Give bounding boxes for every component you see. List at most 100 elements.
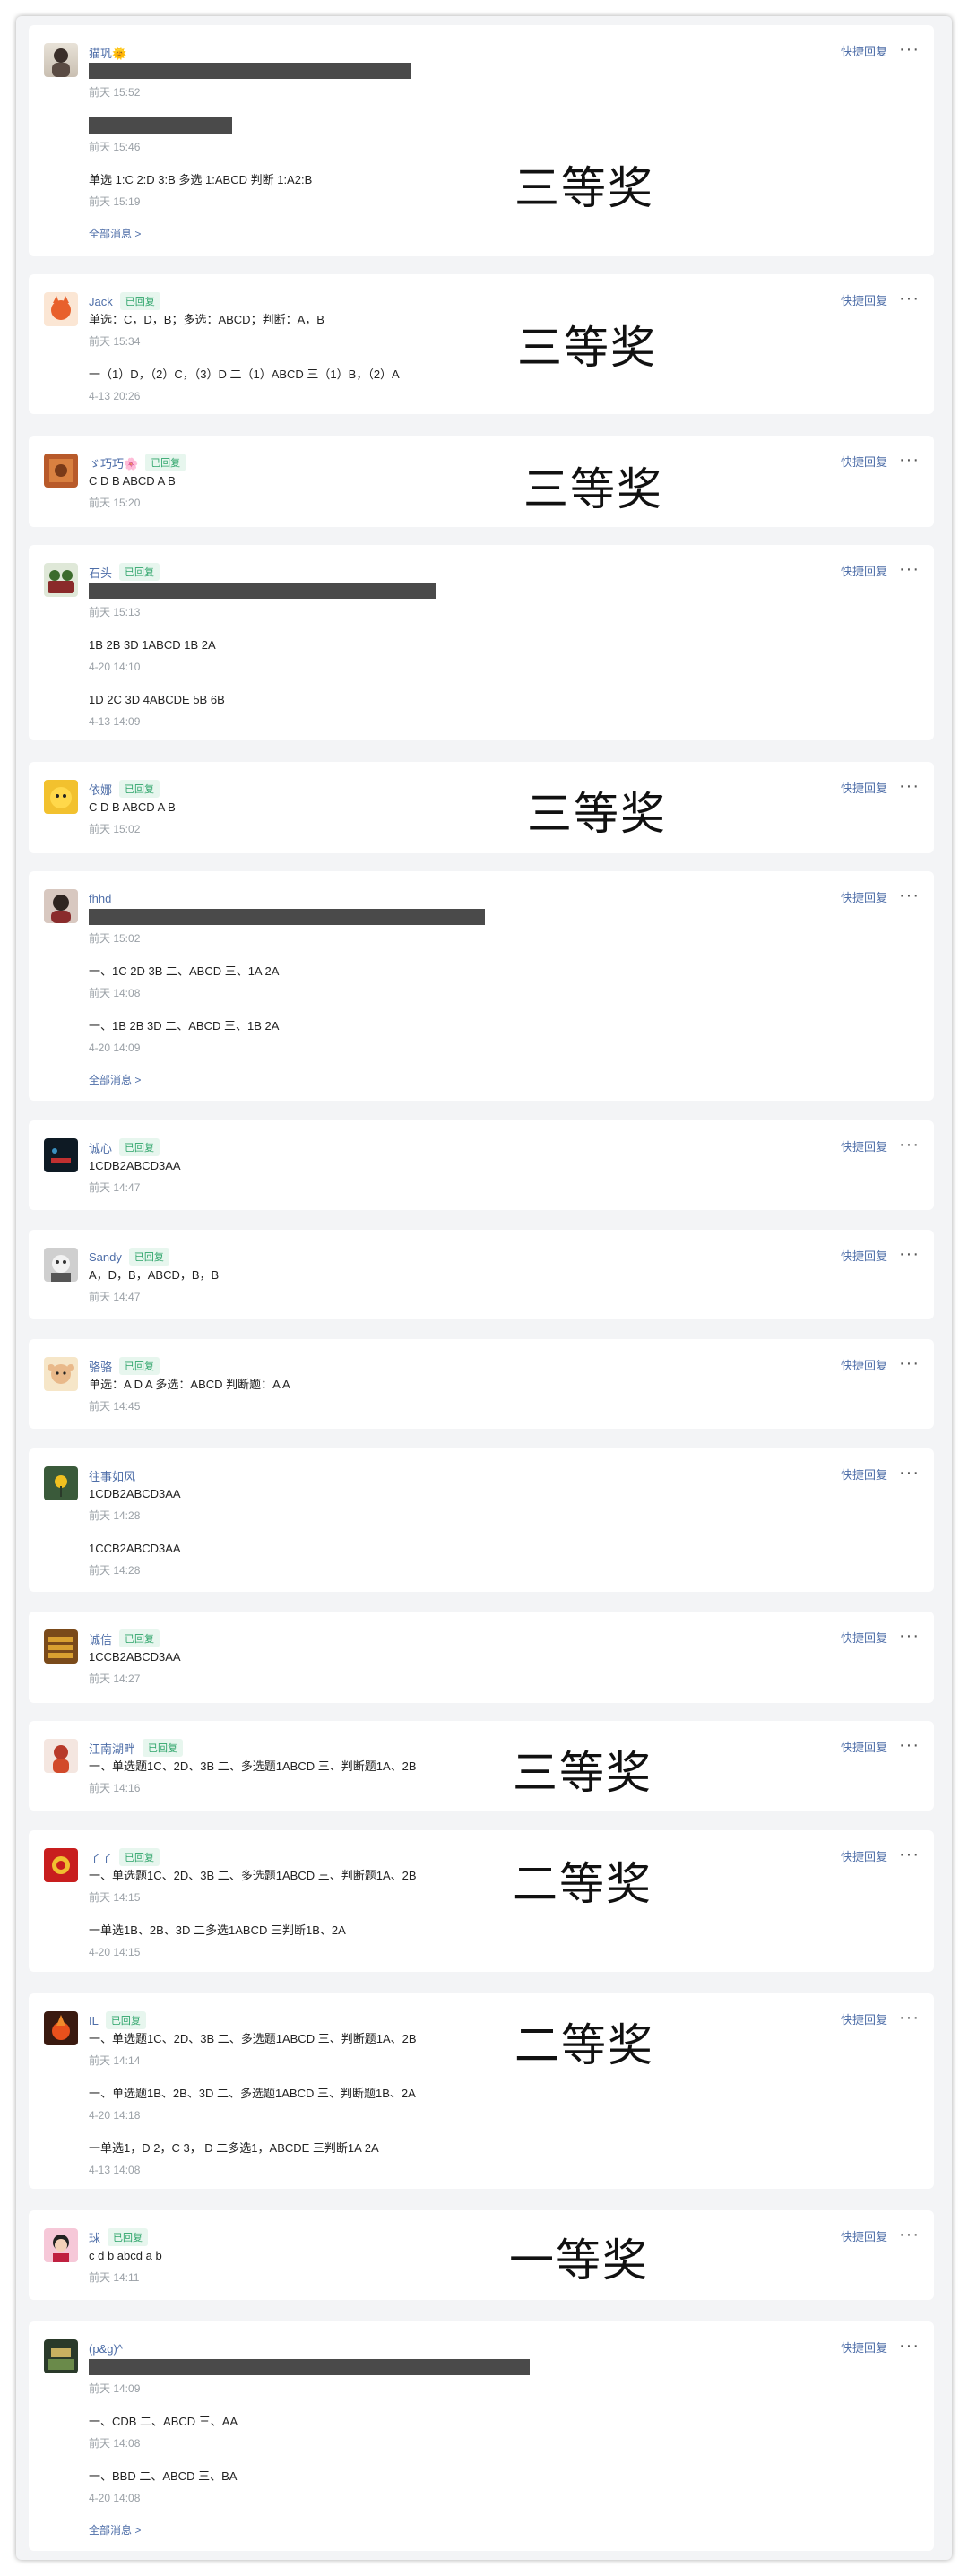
avatar[interactable] (44, 1138, 78, 1172)
more-options-icon[interactable]: ··· (899, 1736, 920, 1757)
more-options-icon[interactable]: ··· (899, 1464, 920, 1484)
more-options-icon[interactable]: ··· (899, 40, 920, 61)
message-card: Jack 已回复 快捷回复 ··· 单选：C，D，B；多选：ABCD；判断：A，B… (29, 274, 934, 414)
quick-reply-button[interactable]: 快捷回复 (841, 43, 887, 61)
more-options-icon[interactable]: ··· (899, 1136, 920, 1156)
all-messages-link[interactable]: 全部消息 > (89, 227, 141, 241)
sender-name[interactable]: IL (89, 2014, 99, 2027)
message-card: 江南湖畔 已回复 快捷回复 ··· 一、单选题1C、2D、3B 二、多选题1ABC… (29, 1721, 934, 1811)
message-text: 一、单选题1C、2D、3B 二、多选题1ABCD 三、判断题1A、2B (89, 2032, 417, 2045)
more-options-icon[interactable]: ··· (899, 2226, 920, 2246)
sender-name[interactable]: 诚心 (89, 1139, 112, 1156)
more-options-icon[interactable]: ··· (899, 886, 920, 907)
sender-name[interactable]: Jack (89, 295, 113, 308)
prize-label: 三等奖 (514, 162, 654, 214)
more-options-icon[interactable]: ··· (899, 1354, 920, 1375)
avatar[interactable] (44, 1629, 78, 1664)
quick-reply-button[interactable]: 快捷回复 (841, 292, 887, 310)
quick-reply-button[interactable]: 快捷回复 (841, 780, 887, 798)
quick-reply-button[interactable]: 快捷回复 (841, 1466, 887, 1484)
avatar[interactable] (44, 2339, 78, 2373)
sender-name[interactable]: 诚信 (89, 1630, 112, 1647)
message-text: 1CDB2ABCD3AA (89, 1487, 181, 1500)
message-text: 1CDB2ABCD3AA (89, 1159, 181, 1172)
message-time: 4-20 14:09 (89, 1042, 141, 1054)
message-card: 诚心 已回复 快捷回复 ··· 1CDB2ABCD3AA 前天 14:47 (29, 1120, 934, 1210)
replied-badge: 已回复 (119, 1629, 160, 1647)
message-time: 4-20 14:15 (89, 1946, 141, 1958)
quick-reply-button[interactable]: 快捷回复 (841, 1248, 887, 1266)
replied-badge: 已回复 (119, 1357, 160, 1375)
avatar[interactable] (44, 1248, 78, 1282)
avatar[interactable] (44, 43, 78, 77)
avatar[interactable] (44, 563, 78, 597)
avatar[interactable] (44, 889, 78, 923)
sender-name[interactable]: 依娜 (89, 781, 112, 798)
sender-name[interactable]: 往事如风 (89, 1467, 135, 1484)
quick-reply-button[interactable]: 快捷回复 (841, 2011, 887, 2029)
sender-name[interactable]: 江南湖畔 (89, 1740, 135, 1757)
quick-reply-button[interactable]: 快捷回复 (841, 1739, 887, 1757)
more-options-icon[interactable]: ··· (899, 2337, 920, 2357)
message-list-panel: 猫巩🌞 快捷回复 ··· 前天 15:52 前天 15:46 单选 1:C 2:… (16, 16, 952, 2560)
avatar[interactable] (44, 1357, 78, 1391)
sender-name[interactable]: 球 (89, 2229, 100, 2246)
avatar[interactable] (44, 780, 78, 814)
avatar[interactable] (44, 2228, 78, 2262)
more-options-icon[interactable]: ··· (899, 2009, 920, 2029)
avatar[interactable] (44, 292, 78, 326)
replied-badge: 已回复 (119, 780, 160, 798)
prize-label: 一等奖 (509, 2235, 649, 2286)
quick-reply-button[interactable]: 快捷回复 (841, 1848, 887, 1866)
replied-badge: 已回复 (143, 1739, 184, 1757)
redacted-message (89, 2359, 530, 2375)
all-messages-link[interactable]: 全部消息 > (89, 2523, 141, 2537)
avatar[interactable] (44, 1739, 78, 1773)
quick-reply-button[interactable]: 快捷回复 (841, 2339, 887, 2357)
message-time: 4-20 14:10 (89, 661, 141, 673)
quick-reply-button[interactable]: 快捷回复 (841, 1629, 887, 1647)
prize-label: 二等奖 (514, 2019, 654, 2071)
avatar[interactable] (44, 2011, 78, 2045)
avatar[interactable] (44, 454, 78, 488)
replied-badge: 已回复 (145, 454, 186, 471)
sender-name[interactable]: 猫巩🌞 (89, 44, 126, 61)
message-time: 前天 15:46 (89, 141, 141, 153)
sender-name[interactable]: 骆骆 (89, 1358, 112, 1375)
sender-name[interactable]: ゞ巧巧🌸 (89, 454, 138, 471)
more-options-icon[interactable]: ··· (899, 777, 920, 798)
all-messages-link[interactable]: 全部消息 > (89, 1073, 141, 1087)
prize-label: 三等奖 (527, 788, 667, 840)
quick-reply-button[interactable]: 快捷回复 (841, 563, 887, 581)
sender-name[interactable]: 了了 (89, 1849, 112, 1866)
replied-badge: 已回复 (119, 563, 160, 581)
message-card: IL 已回复 快捷回复 ··· 一、单选题1C、2D、3B 二、多选题1ABCD … (29, 1993, 934, 2189)
sender-name[interactable]: fhhd (89, 892, 111, 905)
more-options-icon[interactable]: ··· (899, 1245, 920, 1266)
message-time: 前天 15:02 (89, 932, 141, 945)
message-time: 前天 14:15 (89, 1891, 141, 1904)
sender-name[interactable]: Sandy (89, 1250, 122, 1264)
quick-reply-button[interactable]: 快捷回复 (841, 2228, 887, 2246)
message-card: fhhd 快捷回复 ··· 前天 15:02 一、1C 2D 3B 二、ABCD… (29, 871, 934, 1101)
more-options-icon[interactable]: ··· (899, 1846, 920, 1866)
quick-reply-button[interactable]: 快捷回复 (841, 889, 887, 907)
redacted-message (89, 583, 436, 599)
avatar[interactable] (44, 1466, 78, 1500)
more-options-icon[interactable]: ··· (899, 1627, 920, 1647)
message-card: (p&g)^ 快捷回复 ··· 前天 14:09 一、CDB 二、ABCD 三、… (29, 2321, 934, 2551)
sender-name[interactable]: (p&g)^ (89, 2342, 123, 2356)
message-text: 1B 2B 3D 1ABCD 1B 2A (89, 638, 216, 652)
prize-label: 二等奖 (513, 1858, 653, 1910)
redacted-message (89, 909, 485, 925)
quick-reply-button[interactable]: 快捷回复 (841, 1357, 887, 1375)
quick-reply-button[interactable]: 快捷回复 (841, 454, 887, 471)
more-options-icon[interactable]: ··· (899, 451, 920, 471)
more-options-icon[interactable]: ··· (899, 560, 920, 581)
avatar[interactable] (44, 1848, 78, 1882)
message-text: 一单选1B、2B、3D 二多选1ABCD 三判断1B、2A (89, 1923, 346, 1937)
more-options-icon[interactable]: ··· (899, 290, 920, 310)
sender-name[interactable]: 石头 (89, 564, 112, 581)
prize-label: 三等奖 (517, 322, 657, 374)
quick-reply-button[interactable]: 快捷回复 (841, 1138, 887, 1156)
